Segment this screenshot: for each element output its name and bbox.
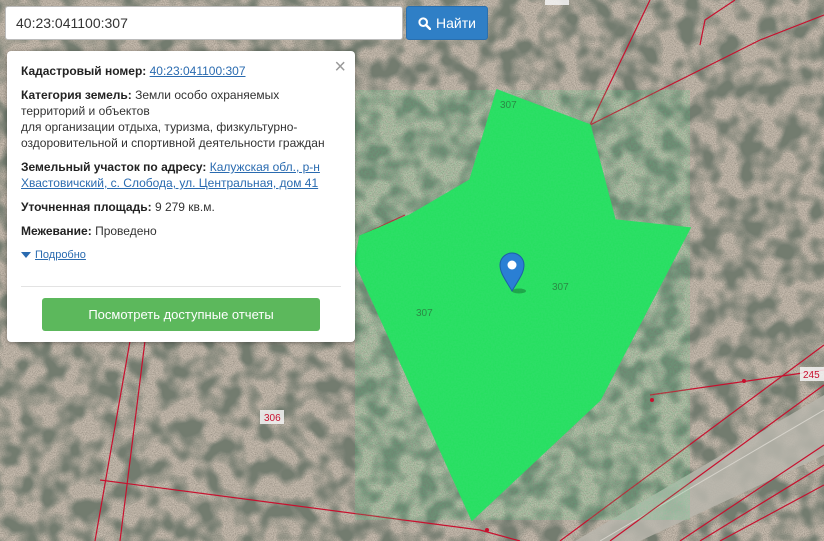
cadastral-number-row: Кадастровый номер: 40:23:041100:307 <box>21 63 341 79</box>
address-row: Земельный участок по адресу: Калужская о… <box>21 159 341 191</box>
land-category-value-1: Земли особо охраняемых <box>135 88 280 102</box>
survey-label: Межевание: <box>21 224 92 238</box>
address-link-1[interactable]: Калужская обл., р-н <box>210 160 320 174</box>
neighbor-label-306: 306 <box>264 413 281 424</box>
details-toggle[interactable]: Подробно <box>21 247 341 263</box>
cadastral-search-input[interactable] <box>5 6 403 40</box>
neighbor-label-245: 245 <box>803 370 820 381</box>
cadastral-number-label: Кадастровый номер: <box>21 64 147 78</box>
parcel-info-popup: × Кадастровый номер: 40:23:041100:307 Ка… <box>7 51 355 342</box>
parcel-label-top: 307 <box>500 100 517 111</box>
divider <box>21 286 341 287</box>
address-link-2[interactable]: Хвастовичский, с. Слобода, ул. Центральн… <box>21 176 318 190</box>
parcel-label-left: 307 <box>416 308 433 319</box>
search-button[interactable]: Найти <box>406 6 488 40</box>
view-reports-button[interactable]: Посмотреть доступные отчеты <box>42 298 320 331</box>
area-value: 9 279 кв.м. <box>154 200 215 214</box>
land-category-value-3: для организации отдыха, туризма, физкуль… <box>21 120 298 134</box>
land-category-row: Категория земель: Земли особо охраняемых… <box>21 87 341 151</box>
details-label: Подробно <box>35 249 86 261</box>
survey-value: Проведено <box>95 224 157 238</box>
cadastral-number-link[interactable]: 40:23:041100:307 <box>150 64 246 78</box>
caret-down-icon <box>21 252 31 258</box>
address-label: Земельный участок по адресу: <box>21 160 207 174</box>
land-category-value-4: оздоровительной и спортивной деятельност… <box>21 136 325 150</box>
land-category-label: Категория земель: <box>21 88 132 102</box>
land-category-value-2: территорий и объектов <box>21 104 150 118</box>
neighbor-label-bg <box>545 0 569 5</box>
close-icon[interactable]: × <box>334 57 346 77</box>
search-icon <box>418 16 432 30</box>
parcel-label-right: 307 <box>552 282 569 293</box>
area-label: Уточненная площадь: <box>21 200 152 214</box>
search-button-label: Найти <box>436 15 476 31</box>
survey-row: Межевание: Проведено <box>21 223 341 239</box>
area-row: Уточненная площадь: 9 279 кв.м. <box>21 199 341 215</box>
